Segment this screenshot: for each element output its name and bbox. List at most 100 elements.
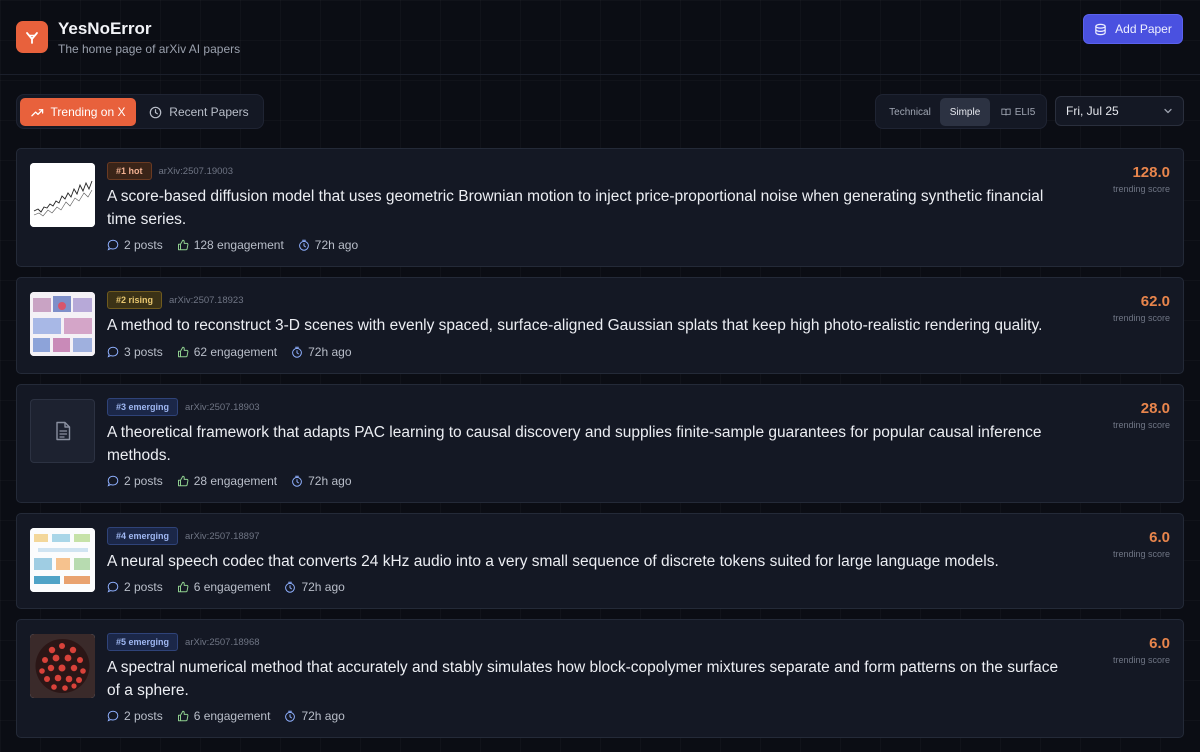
posts-stat: 3 posts (107, 345, 163, 359)
engagement-count: 6 engagement (193, 580, 271, 594)
posts-stat: 2 posts (107, 580, 163, 594)
message-icon (107, 475, 119, 487)
paper-title[interactable]: A method to reconstruct 3-D scenes with … (107, 314, 1071, 337)
paper-meta: #3 emerging arXiv:2507.18903 (107, 398, 260, 416)
rank-badge: #3 emerging (107, 398, 179, 416)
paper-meta: #2 rising arXiv:2507.18923 (107, 291, 244, 309)
paper-title[interactable]: A theoretical framework that adapts PAC … (107, 421, 1071, 467)
score-value: 128.0 (1132, 164, 1170, 181)
score-value: 62.0 (1140, 293, 1170, 310)
trending-score: 62.0 trending score (1113, 293, 1170, 323)
arxiv-id[interactable]: arXiv:2507.18968 (185, 637, 259, 648)
arxiv-id[interactable]: arXiv:2507.18903 (185, 402, 259, 413)
score-label: trending score (1112, 184, 1170, 194)
app-header: YesNoError The home page of arXiv AI pap… (0, 0, 1200, 75)
paper-meta: #5 emerging arXiv:2507.18968 (107, 633, 260, 651)
posts-count: 2 posts (124, 709, 163, 723)
time-stat: 72h ago (291, 345, 352, 359)
mode-technical-label: Technical (889, 106, 931, 118)
score-label: trending score (1112, 655, 1170, 665)
timer-icon (285, 581, 296, 593)
posts-stat: 2 posts (107, 238, 163, 252)
message-icon (107, 710, 119, 722)
time-stat: 72h ago (298, 238, 358, 252)
paper-card[interactable]: #3 emerging arXiv:2507.18903 A theoretic… (16, 384, 1184, 503)
app-logo[interactable] (16, 21, 48, 53)
time-stat: 72h ago (291, 474, 352, 488)
paper-title[interactable]: A spectral numerical method that accurat… (107, 656, 1071, 702)
explanation-mode-toggle: Technical Simple ELI5 (875, 94, 1047, 129)
app-subtitle: The home page of arXiv AI papers (58, 41, 241, 56)
message-icon (107, 581, 119, 593)
thumbs-up-icon (177, 475, 189, 487)
engagement-count: 6 engagement (193, 709, 271, 723)
paper-title[interactable]: A score-based diffusion model that uses … (107, 185, 1071, 231)
paper-card[interactable]: #4 emerging arXiv:2507.18897 A neural sp… (16, 513, 1184, 609)
score-value: 6.0 (1149, 635, 1170, 652)
paper-card[interactable]: #1 hot arXiv:2507.19003 A score-based di… (16, 148, 1184, 267)
trending-score: 28.0 trending score (1113, 400, 1170, 430)
paper-stats: 2 posts 128 engagement 72h ago (107, 238, 358, 252)
tab-recent-label: Recent Papers (169, 105, 249, 119)
timer-icon (285, 710, 296, 722)
rank-badge: #1 hot (107, 162, 152, 180)
time-ago: 72h ago (301, 580, 345, 594)
posts-stat: 2 posts (107, 709, 163, 723)
toolbar: Trending on X Recent Papers Technical Si… (16, 94, 1184, 130)
paper-stats: 2 posts 6 engagement 72h ago (107, 580, 345, 594)
rank-badge: #2 rising (107, 291, 163, 309)
engagement-stat: 6 engagement (177, 580, 271, 594)
trending-up-icon (30, 108, 43, 116)
date-select[interactable]: Fri, Jul 25 (1055, 96, 1184, 126)
arxiv-id[interactable]: arXiv:2507.19003 (159, 166, 233, 177)
paper-title[interactable]: A neural speech codec that converts 24 k… (107, 550, 1071, 573)
timer-icon (292, 475, 303, 487)
date-select-value: Fri, Jul 25 (1066, 104, 1119, 118)
mode-technical[interactable]: Technical (880, 98, 940, 126)
timer-icon (298, 239, 309, 251)
posts-stat: 2 posts (107, 474, 163, 488)
architecture-diagram-thumbnail (30, 528, 95, 592)
time-ago: 72h ago (308, 474, 352, 488)
arxiv-id[interactable]: arXiv:2507.18923 (169, 295, 243, 306)
scene-render-thumbnail (30, 292, 95, 356)
feed-tabs: Trending on X Recent Papers (16, 94, 264, 129)
rank-badge: #5 emerging (107, 633, 179, 651)
tab-trending[interactable]: Trending on X (20, 98, 136, 126)
database-icon (1095, 23, 1106, 35)
paper-card[interactable]: #2 rising arXiv:2507.18923 A method to r… (16, 277, 1184, 374)
paper-stats: 3 posts 62 engagement 72h ago (107, 345, 352, 359)
score-label: trending score (1112, 420, 1170, 430)
engagement-count: 62 engagement (193, 345, 278, 359)
score-label: trending score (1112, 313, 1170, 323)
timer-icon (292, 346, 303, 358)
document-icon (55, 421, 70, 441)
thumbnail-placeholder (30, 399, 95, 463)
tab-recent[interactable]: Recent Papers (143, 98, 255, 126)
thumbs-up-icon (177, 581, 189, 593)
time-ago: 72h ago (314, 238, 359, 252)
posts-count: 2 posts (124, 474, 163, 488)
price-chart-thumbnail (30, 163, 95, 227)
paper-stats: 2 posts 28 engagement 72h ago (107, 474, 352, 488)
rank-badge: #4 emerging (107, 527, 179, 545)
arxiv-id[interactable]: arXiv:2507.18897 (185, 531, 259, 542)
time-ago: 72h ago (301, 709, 345, 723)
mode-eli5[interactable]: ELI5 (994, 98, 1042, 126)
tab-trending-label: Trending on X (50, 105, 126, 119)
trending-score: 6.0 trending score (1113, 635, 1170, 665)
sphere-pattern-thumbnail (30, 634, 95, 698)
paper-meta: #4 emerging arXiv:2507.18897 (107, 527, 260, 545)
chevron-down-icon (1164, 108, 1172, 114)
time-stat: 72h ago (284, 580, 345, 594)
score-value: 28.0 (1140, 400, 1170, 417)
paper-card[interactable]: #5 emerging arXiv:2507.18968 A spectral … (16, 619, 1184, 738)
time-ago: 72h ago (308, 345, 352, 359)
posts-count: 3 posts (124, 345, 163, 359)
add-paper-button[interactable]: Add Paper (1083, 14, 1183, 44)
mode-simple[interactable]: Simple (940, 98, 990, 126)
brand: YesNoError The home page of arXiv AI pap… (58, 19, 240, 56)
time-stat: 72h ago (284, 709, 345, 723)
paper-meta: #1 hot arXiv:2507.19003 (107, 162, 233, 180)
message-icon (107, 346, 119, 358)
